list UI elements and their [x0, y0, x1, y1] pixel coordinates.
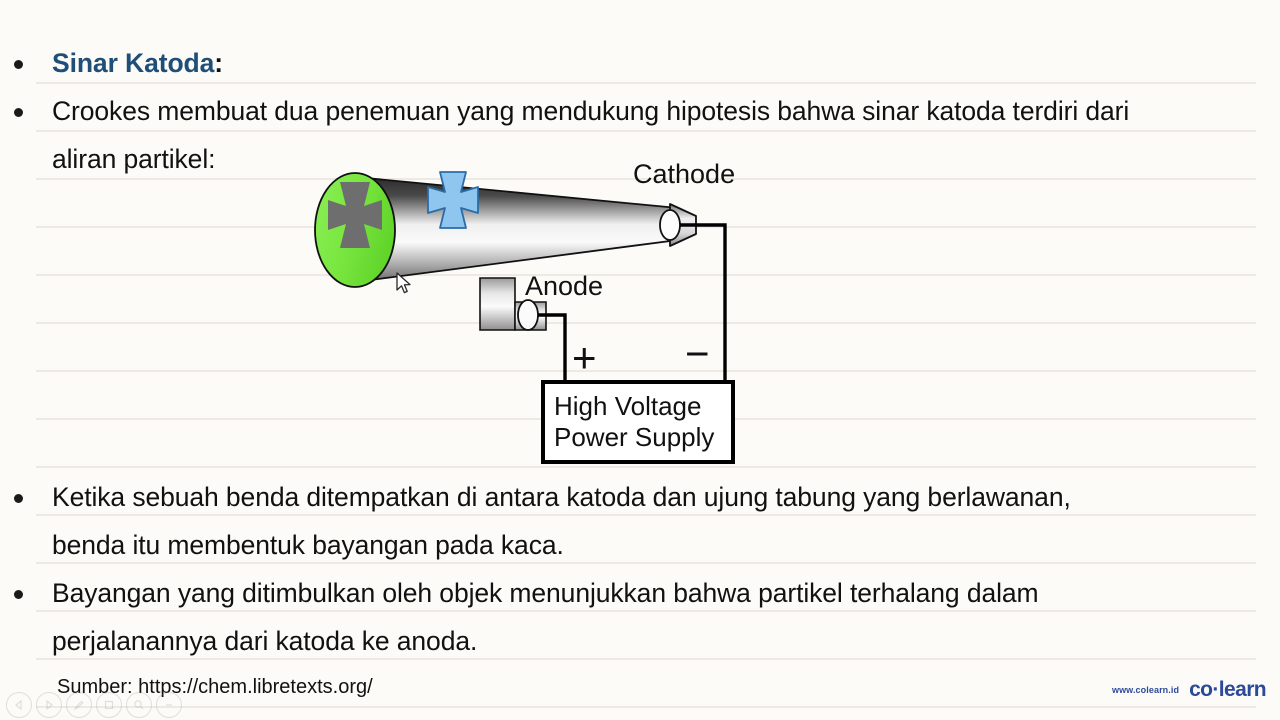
anode-label: Anode: [525, 271, 603, 301]
body-text-line: perjalanannya dari katoda ke anoda.: [52, 628, 477, 655]
player-controls-bar[interactable]: [6, 692, 182, 718]
svg-text:−: −: [685, 330, 710, 377]
body-text-line: Ketika sebuah benda ditempatkan di antar…: [52, 484, 1071, 511]
triangle-left-icon: [14, 700, 24, 710]
cathode-ray-tube-diagram: + − High Voltage Power Supply Cathode An…: [300, 130, 760, 480]
phosphor-screen: [314, 172, 396, 288]
text-span: perjalanannya dari katoda ke anoda.: [52, 626, 478, 656]
pen-button[interactable]: [66, 692, 92, 718]
text-span: Sinar Katoda: [52, 48, 215, 78]
svg-text:+: +: [572, 334, 597, 381]
brand-url: www.colearn.id: [1111, 685, 1180, 695]
page-title: Sinar Katoda:: [52, 50, 223, 77]
brand-name-part2: learn: [1218, 678, 1267, 701]
bullet-marker: [14, 108, 23, 117]
brand-name-part1: co: [1189, 678, 1213, 701]
ruled-line: [36, 562, 1256, 564]
text-span: benda itu membentuk bayangan pada kaca.: [52, 530, 564, 560]
power-supply-box: High Voltage Power Supply: [541, 380, 735, 464]
text-span: Bayangan yang ditimbulkan oleh objek men…: [52, 578, 1039, 608]
stop-button[interactable]: [96, 692, 122, 718]
svg-text:High Voltage: High Voltage: [554, 391, 701, 421]
tube-body: [354, 176, 697, 283]
ruled-line: [36, 658, 1256, 660]
presentation-slide: Sinar Katoda: Crookes membuat dua penemua…: [0, 0, 1280, 720]
bullet-marker: [14, 590, 23, 599]
bullet-marker: [14, 60, 23, 69]
previous-button[interactable]: [6, 692, 32, 718]
bullet-marker: [14, 494, 23, 503]
square-icon: [103, 699, 115, 711]
text-suffix: :: [214, 48, 223, 78]
triangle-right-icon: [44, 700, 54, 710]
mouse-cursor: [396, 272, 414, 301]
ruled-line: [36, 610, 1256, 612]
text-span: aliran partikel:: [52, 144, 216, 174]
search-button[interactable]: [126, 692, 152, 718]
magnifier-icon: [133, 699, 145, 711]
colearn-branding: www.colearn.id co·learn: [1111, 678, 1267, 702]
menu-button[interactable]: [156, 692, 182, 718]
text-span: Crookes membuat dua penemuan yang menduk…: [52, 96, 1130, 126]
text-span: Ketika sebuah benda ditempatkan di antar…: [52, 482, 1071, 512]
body-text-line: benda itu membentuk bayangan pada kaca.: [52, 532, 564, 559]
minus-icon: [163, 699, 175, 711]
pen-icon: [73, 699, 85, 711]
brand-wordmark: co·learn: [1189, 678, 1267, 702]
svg-text:Power Supply: Power Supply: [554, 422, 714, 452]
body-text-line: Crookes membuat dua penemuan yang menduk…: [52, 98, 1129, 125]
ruled-line: [36, 706, 1256, 708]
body-text-line: aliran partikel:: [52, 146, 215, 173]
cathode-label: Cathode: [633, 159, 735, 189]
ruled-line: [36, 514, 1256, 516]
play-button[interactable]: [36, 692, 62, 718]
ruled-line: [36, 82, 1256, 84]
polarity-symbols: + −: [572, 330, 710, 381]
body-text-line: Bayangan yang ditimbulkan oleh objek men…: [52, 580, 1039, 607]
